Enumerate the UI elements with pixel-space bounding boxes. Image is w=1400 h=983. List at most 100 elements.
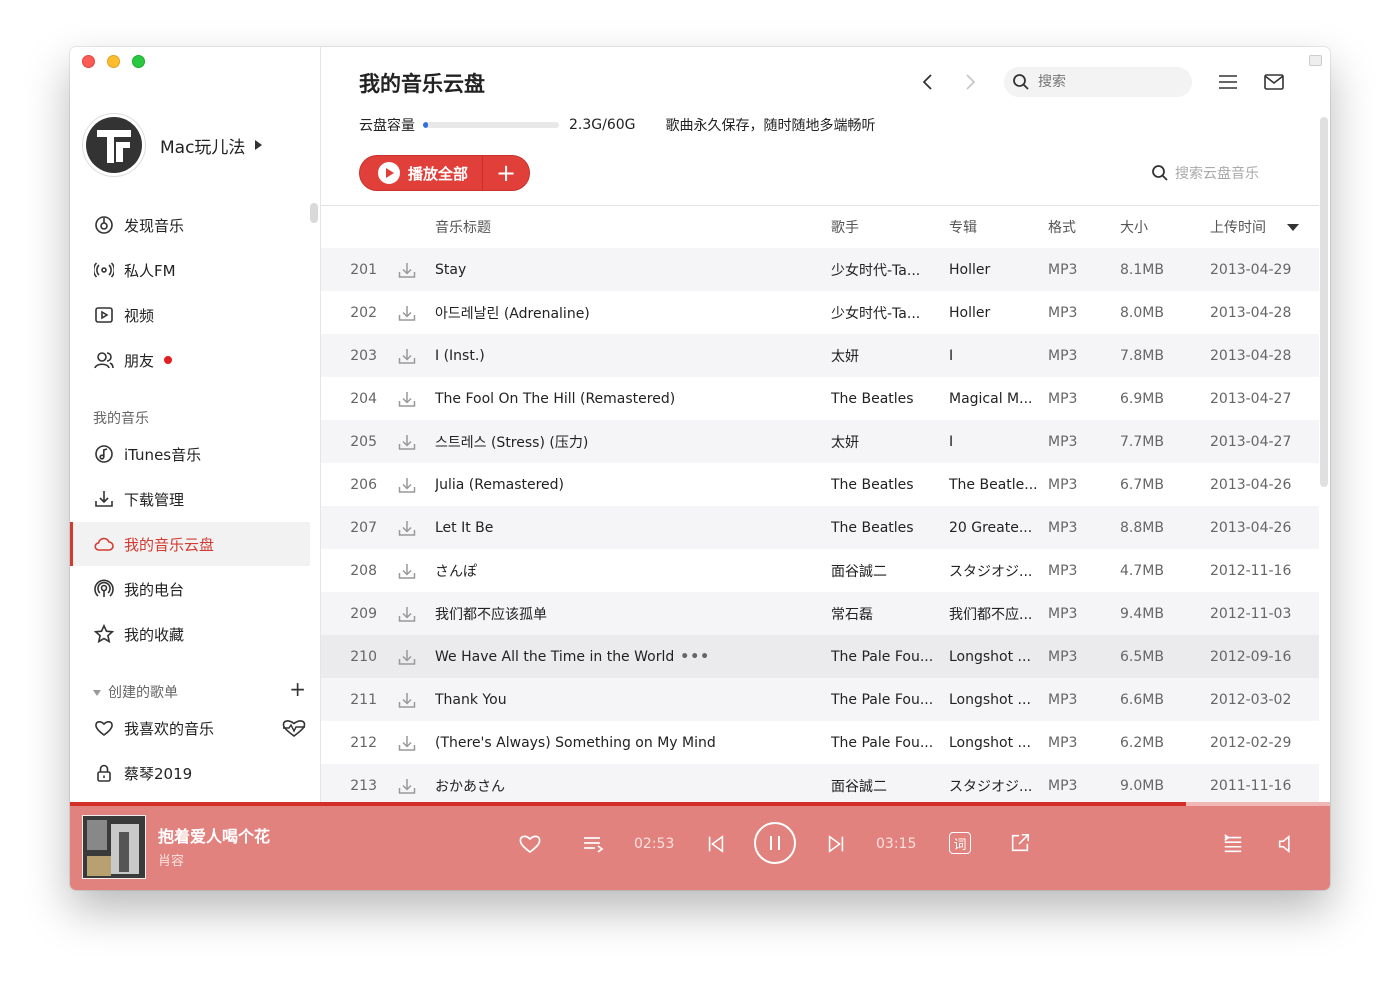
mail-icon[interactable] <box>1263 71 1285 93</box>
download-icon[interactable] <box>397 647 417 667</box>
song-title[interactable]: 我们都不应该孤单 <box>435 604 815 624</box>
sidebar-item-video[interactable]: 视频 <box>70 293 310 337</box>
download-icon[interactable] <box>397 389 417 409</box>
table-row[interactable]: 202 아드레날린 (Adrenaline) 少女时代-Ta... Holler MP3… <box>321 291 1319 334</box>
song-title[interactable]: 아드레날린 (Adrenaline) <box>435 303 815 323</box>
song-artist[interactable]: 面谷誠二 <box>831 561 941 581</box>
song-album[interactable]: Longshot ... <box>949 649 1041 665</box>
sort-descending-icon[interactable] <box>1287 223 1299 231</box>
download-icon[interactable] <box>397 776 417 796</box>
download-icon[interactable] <box>397 604 417 624</box>
table-row[interactable]: 203 I (Inst.) 太妍 I MP3 7.8MB 2013-04-28 <box>321 334 1319 377</box>
sidebar-item-itunes[interactable]: iTunes音乐 <box>70 432 310 476</box>
album-cover[interactable] <box>82 815 146 879</box>
song-artist[interactable]: The Beatles <box>831 520 941 536</box>
song-album[interactable]: 我们都不应... <box>949 604 1041 624</box>
song-album[interactable]: The Beatle... <box>949 477 1041 493</box>
download-icon[interactable] <box>397 303 417 323</box>
download-icon[interactable] <box>397 690 417 710</box>
add-all-to-playlist-button[interactable]: + <box>483 156 529 190</box>
close-window-button[interactable] <box>82 55 95 68</box>
table-row[interactable]: 212 (There's Always) Something on My Mind… <box>321 721 1319 764</box>
song-album[interactable]: I <box>949 348 1041 364</box>
sidebar-item-fm[interactable]: 私人FM <box>70 248 310 292</box>
song-artist[interactable]: The Pale Fou... <box>831 735 941 751</box>
collapse-arrow-icon[interactable] <box>93 690 101 696</box>
sidebar-item-favorites[interactable]: 我的收藏 <box>70 612 310 656</box>
song-title[interactable]: おかあさん <box>435 776 815 796</box>
song-artist[interactable]: The Pale Fou... <box>831 692 941 708</box>
song-album[interactable]: 20 Greate... <box>949 520 1041 536</box>
user-profile[interactable]: Mac玩儿法 <box>82 113 263 177</box>
volume-speaker-icon[interactable] <box>1275 832 1299 856</box>
song-album[interactable]: Holler <box>949 305 1041 321</box>
sidebar-item-cloud[interactable]: 我的音乐云盘 <box>70 522 310 566</box>
song-artist[interactable]: The Beatles <box>831 391 941 407</box>
cloud-music-search[interactable]: 搜索云盘音乐 <box>1151 163 1259 183</box>
menu-icon[interactable] <box>1217 71 1239 93</box>
sidebar-item-playlist-caiqin[interactable]: 蔡琴2019 <box>70 751 310 795</box>
sidebar-scrollbar[interactable] <box>310 203 318 223</box>
song-artist[interactable]: 太妍 <box>831 346 941 366</box>
column-header-title[interactable]: 音乐标题 <box>435 217 815 237</box>
playlist-queue-icon[interactable] <box>1221 832 1245 856</box>
song-title[interactable]: Julia (Remastered) <box>435 477 815 493</box>
created-playlists-section-title[interactable]: 创建的歌单 <box>93 682 178 702</box>
song-album[interactable]: スタジオジ... <box>949 561 1041 581</box>
song-artist[interactable]: 太妍 <box>831 432 941 452</box>
sidebar-item-liked-songs[interactable]: 我喜欢的音乐 <box>70 706 310 750</box>
play-all-button[interactable]: 播放全部 <box>360 156 484 190</box>
sidebar-item-radio[interactable]: 我的电台 <box>70 567 310 611</box>
table-row[interactable]: 208 さんぽ 面谷誠二 スタジオジ... MP3 4.7MB 2012-11-16 <box>321 549 1319 592</box>
column-header-artist[interactable]: 歌手 <box>831 217 941 237</box>
like-heart-icon[interactable] <box>518 832 542 856</box>
table-row[interactable]: 211 Thank You The Pale Fou... Longshot ... M… <box>321 678 1319 721</box>
main-scrollbar[interactable] <box>1320 117 1328 487</box>
next-track-icon[interactable] <box>824 832 848 856</box>
song-artist[interactable]: 常石磊 <box>831 604 941 624</box>
song-artist[interactable]: 少女时代-Ta... <box>831 303 941 323</box>
table-row[interactable]: 207 Let It Be The Beatles 20 Greate... MP3 8.… <box>321 506 1319 549</box>
pause-button[interactable] <box>754 822 796 864</box>
download-icon[interactable] <box>397 346 417 366</box>
song-title[interactable]: Stay <box>435 262 815 278</box>
song-title[interactable]: The Fool On The Hill (Remastered) <box>435 391 815 407</box>
username[interactable]: Mac玩儿法 <box>160 133 245 158</box>
now-playing-artist[interactable]: 肖容 <box>158 850 184 869</box>
song-title[interactable]: 스트레스 (Stress) (压力) <box>435 432 815 452</box>
table-row[interactable]: 206 Julia (Remastered) The Beatles The Beat… <box>321 463 1319 506</box>
sidebar-item-friends[interactable]: 朋友 <box>70 338 310 382</box>
now-playing-title[interactable]: 抱着爱人喝个花 <box>158 823 270 847</box>
avatar[interactable] <box>82 113 146 177</box>
create-playlist-plus-icon[interactable]: + <box>289 679 306 699</box>
song-artist[interactable]: The Beatles <box>831 477 941 493</box>
song-album[interactable]: スタジオジ... <box>949 776 1041 796</box>
download-icon[interactable] <box>397 475 417 495</box>
zoom-window-button[interactable] <box>132 55 145 68</box>
previous-track-icon[interactable] <box>704 832 728 856</box>
download-icon[interactable] <box>397 260 417 280</box>
table-row[interactable]: 209 我们都不应该孤单 常石磊 我们都不应... MP3 9.4MB 2012-11-03 <box>321 592 1319 635</box>
column-header-format[interactable]: 格式 <box>1048 217 1098 237</box>
search-input[interactable] <box>1038 74 1178 90</box>
table-row[interactable]: 213 おかあさん 面谷誠二 スタジオジ... MP3 9.0MB 2011-11-16 <box>321 764 1319 802</box>
download-icon[interactable] <box>397 432 417 452</box>
song-artist[interactable]: 面谷誠二 <box>831 776 941 796</box>
song-title[interactable]: Thank You <box>435 692 815 708</box>
forward-arrow-icon[interactable] <box>961 73 979 91</box>
profile-expand-icon[interactable] <box>255 140 263 150</box>
play-mode-list-icon[interactable] <box>581 832 605 856</box>
table-row[interactable]: 210 We Have All the Time in the World ••• T… <box>321 635 1319 678</box>
table-row[interactable]: 201 Stay 少女时代-Ta... Holler MP3 8.1MB 2013-04-2… <box>321 248 1319 291</box>
song-album[interactable]: Holler <box>949 262 1041 278</box>
song-title[interactable]: We Have All the Time in the World ••• <box>435 649 815 665</box>
more-options-icon[interactable]: ••• <box>680 649 710 665</box>
song-album[interactable]: Longshot ... <box>949 735 1041 751</box>
table-row[interactable]: 204 The Fool On The Hill (Remastered) The … <box>321 377 1319 420</box>
song-title[interactable]: I (Inst.) <box>435 348 815 364</box>
lyrics-toggle-button[interactable]: 词 <box>949 832 971 854</box>
song-artist[interactable]: The Pale Fou... <box>831 649 941 665</box>
song-album[interactable]: Magical M... <box>949 391 1041 407</box>
download-icon[interactable] <box>397 561 417 581</box>
share-icon[interactable] <box>1008 831 1032 855</box>
